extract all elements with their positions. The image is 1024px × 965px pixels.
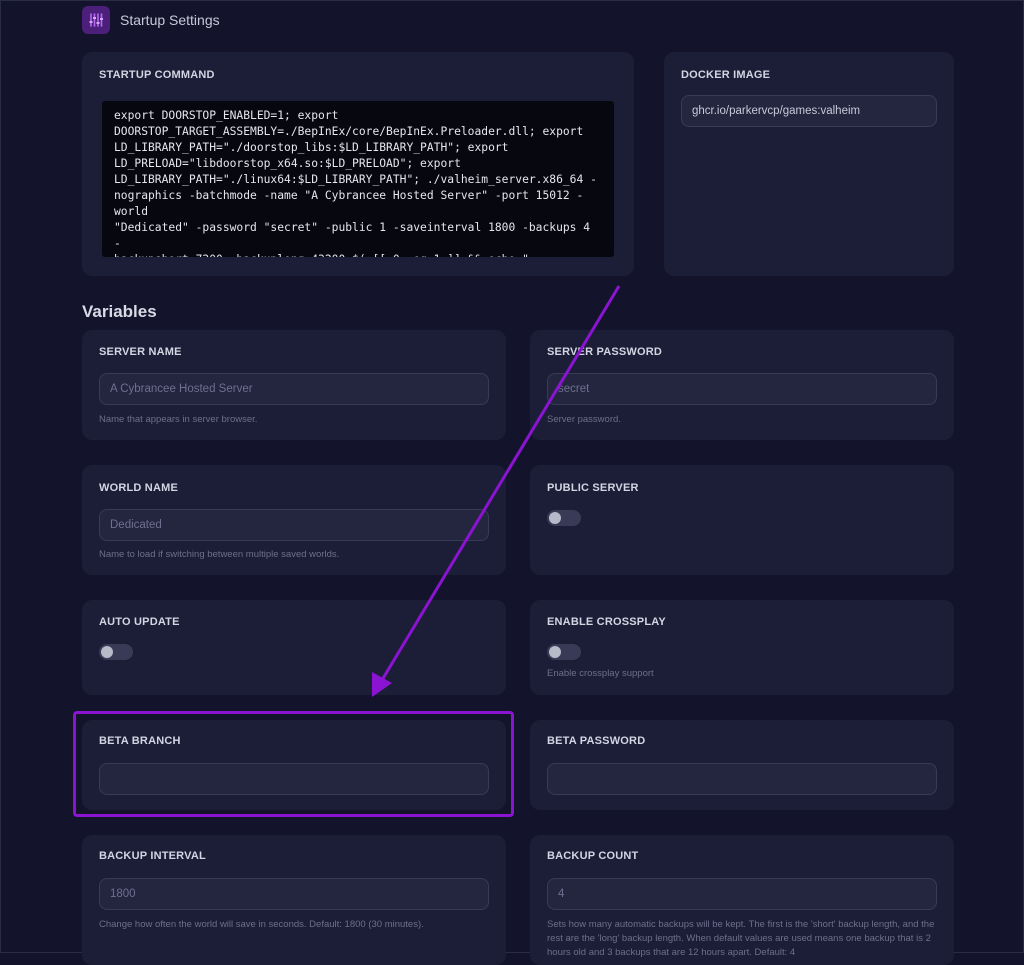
annotation-arrow (372, 285, 621, 697)
